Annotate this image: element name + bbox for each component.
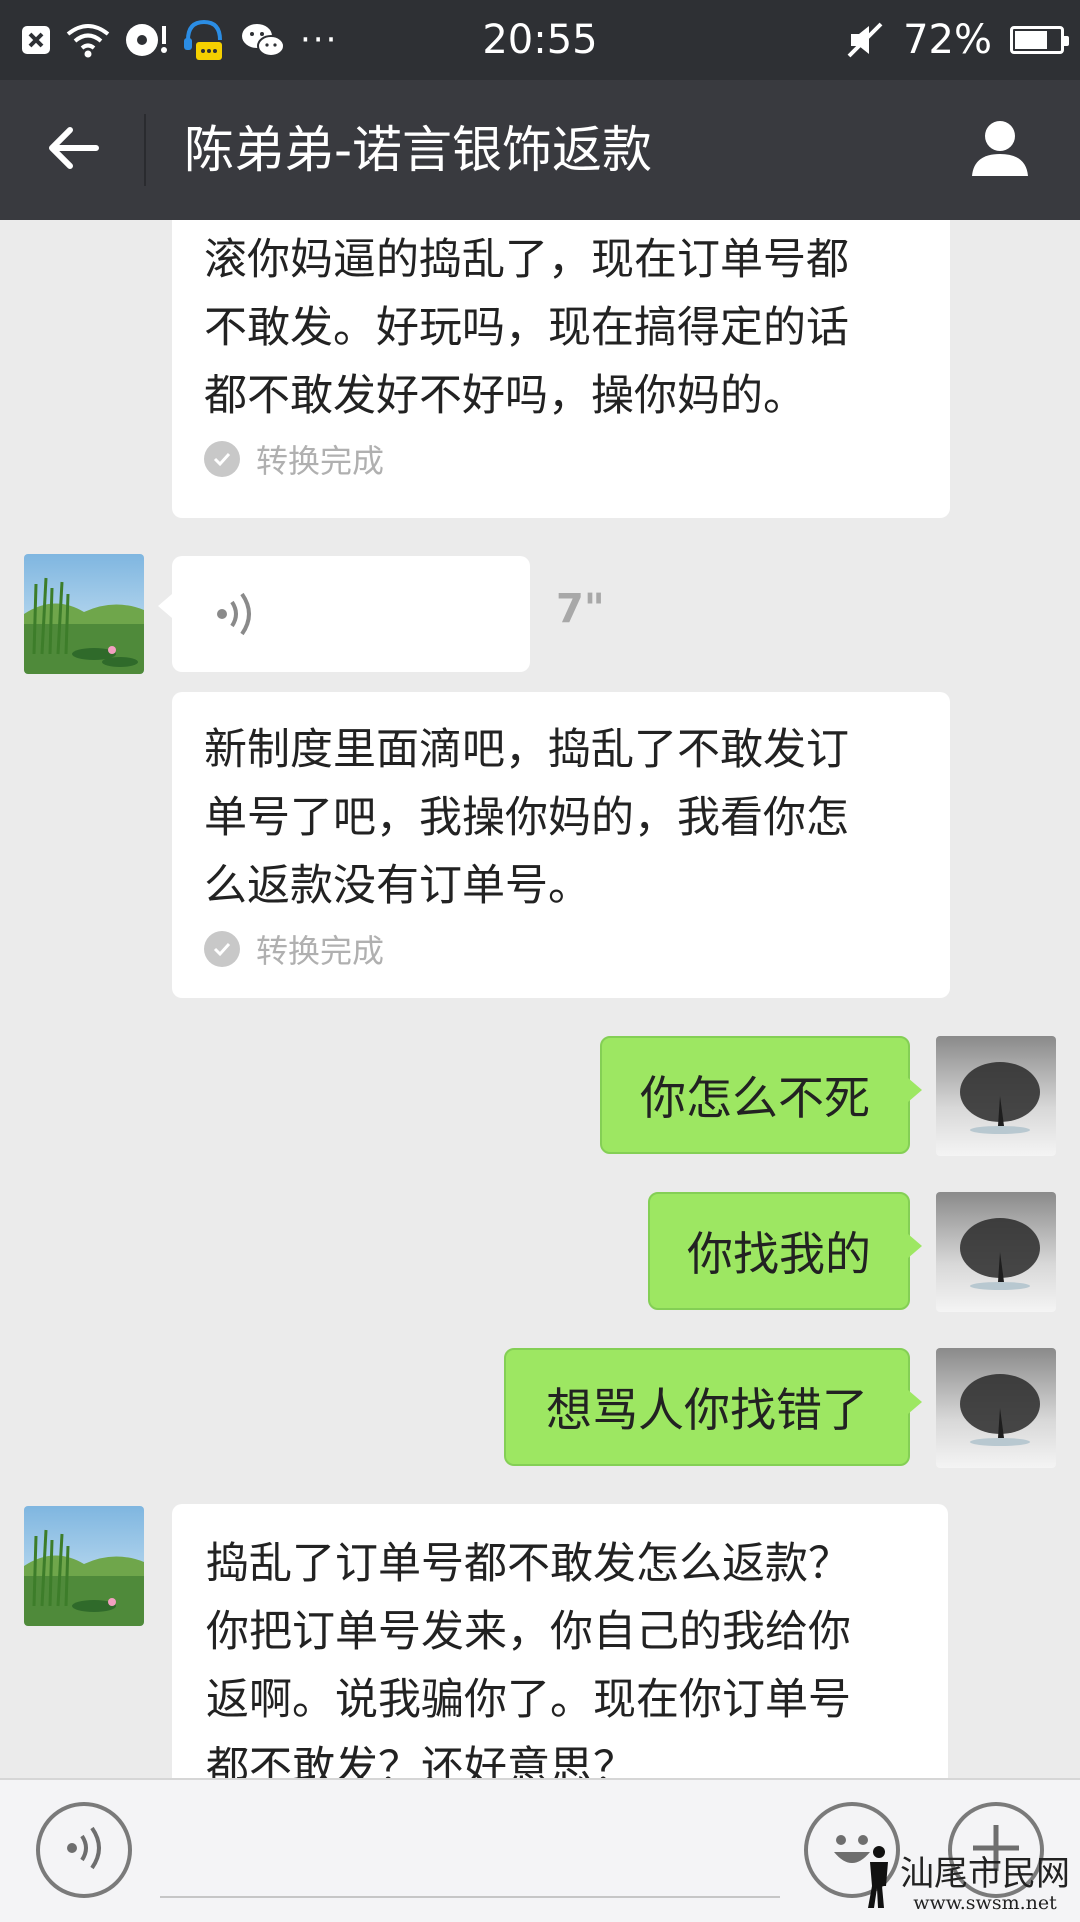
transcript-line: 滚你妈逼的捣乱了，现在订单号都 xyxy=(204,235,849,285)
contact-avatar[interactable] xyxy=(24,554,144,674)
voice-duration: 7" xyxy=(556,586,605,632)
landscape-avatar-image xyxy=(24,554,144,674)
arrow-left-icon xyxy=(46,125,100,175)
battery-level xyxy=(1015,31,1047,49)
chat-area[interactable]: 滚你妈逼的捣乱了，现在订单号都 不敢发。好玩吗，现在搞得定的话 都不敢发好不好吗… xyxy=(0,220,1080,1778)
message-bubble-incoming[interactable]: 滚你妈逼的捣乱了，现在订单号都 不敢发。好玩吗，现在搞得定的话 都不敢发好不好吗… xyxy=(172,220,950,518)
message-text: 想骂人你找错了 xyxy=(546,1383,868,1437)
voice-wave-icon xyxy=(216,588,260,644)
message-bubble-outgoing[interactable]: 想骂人你找错了 xyxy=(504,1348,922,1466)
voice-input-icon xyxy=(62,1822,106,1878)
chat-title: 陈弟弟-诺言银饰返款 xyxy=(184,121,653,179)
battery-icon xyxy=(1010,26,1069,54)
tree-avatar-image xyxy=(936,1192,1056,1312)
message-text: 你怎么不死 xyxy=(640,1071,870,1125)
title-divider xyxy=(144,114,146,186)
message-input[interactable] xyxy=(160,1896,780,1898)
mute-icon xyxy=(845,18,885,62)
transcript-line: 都不敢发好不好吗，操你妈的。 xyxy=(204,371,806,421)
battery-percent: 72% xyxy=(903,17,992,63)
transcript-line: 新制度里面滴吧，捣乱了不敢发订 xyxy=(204,725,849,775)
tree-avatar-image xyxy=(936,1348,1056,1468)
transcript-line: 不敢发。好玩吗，现在搞得定的话 xyxy=(204,303,849,353)
conversion-status: 转换完成 xyxy=(204,926,918,972)
input-bar: 汕尾市民网 www.swsm.net xyxy=(0,1778,1080,1922)
watermark-url: www.swsm.net xyxy=(913,1892,1057,1914)
message-bubble-incoming[interactable]: 捣乱了订单号都不敢发怎么返款？ 你把订单号发来，你自己的我给你 返啊。说我骗你了… xyxy=(172,1504,948,1778)
message-text: 你找我的 xyxy=(687,1227,871,1281)
message-line: 都不敢发？还好意思？ xyxy=(206,1743,636,1778)
message-line: 返啊。说我骗你了。现在你订单号 xyxy=(206,1675,851,1725)
message-bubble-outgoing[interactable]: 你怎么不死 xyxy=(600,1036,922,1154)
site-watermark: 汕尾市民网 www.swsm.net xyxy=(862,1844,1070,1914)
figure-icon xyxy=(862,1844,896,1914)
conversion-status: 转换完成 xyxy=(204,436,918,482)
self-avatar[interactable] xyxy=(936,1348,1056,1468)
status-icons-right: 72% xyxy=(845,0,1069,80)
check-circle-icon xyxy=(204,441,240,477)
voice-input-button[interactable] xyxy=(36,1802,132,1898)
contact-avatar[interactable] xyxy=(24,1506,144,1626)
status-bar: ··· 20:55 72% xyxy=(0,0,1080,80)
message-line: 捣乱了订单号都不敢发怎么返款？ xyxy=(206,1539,851,1589)
self-avatar[interactable] xyxy=(936,1192,1056,1312)
profile-button[interactable] xyxy=(964,114,1036,186)
self-avatar[interactable] xyxy=(936,1036,1056,1156)
tree-avatar-image xyxy=(936,1036,1056,1156)
conversion-status-text: 转换完成 xyxy=(256,932,385,970)
landscape-avatar-image xyxy=(24,1506,144,1626)
message-line: 你把订单号发来，你自己的我给你 xyxy=(206,1607,851,1657)
conversion-status-text: 转换完成 xyxy=(256,442,385,480)
message-bubble-incoming[interactable]: 新制度里面滴吧，捣乱了不敢发订 单号了吧，我操你妈的，我看你怎 么返款没有订单号… xyxy=(172,692,950,998)
message-bubble-outgoing[interactable]: 你找我的 xyxy=(648,1192,922,1310)
voice-message-bubble[interactable] xyxy=(158,556,530,672)
transcript-line: 单号了吧，我操你妈的，我看你怎 xyxy=(204,793,849,843)
title-bar: 陈弟弟-诺言银饰返款 xyxy=(0,80,1080,220)
transcript-line: 么返款没有订单号。 xyxy=(204,861,591,911)
watermark-title: 汕尾市民网 xyxy=(900,1854,1070,1894)
check-circle-icon xyxy=(204,931,240,967)
back-button[interactable] xyxy=(38,120,108,180)
person-icon xyxy=(968,116,1032,184)
